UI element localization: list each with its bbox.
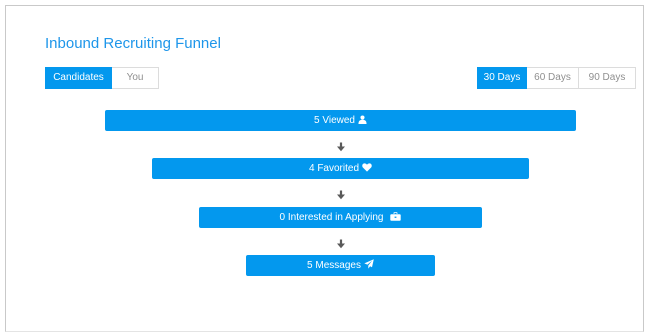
date-range-toggle: 30 Days 60 Days 90 Days: [477, 67, 636, 89]
stage-messages-label: 5 Messages: [307, 260, 361, 271]
heart-icon: [362, 163, 372, 172]
briefcase-icon: [390, 212, 402, 221]
user-icon: [358, 115, 367, 124]
candidates-toggle-button[interactable]: Candidates: [45, 67, 112, 89]
down-arrow-icon: [336, 190, 346, 200]
90-days-button[interactable]: 90 Days: [579, 67, 636, 89]
you-toggle-button[interactable]: You: [112, 67, 159, 89]
panel-title: Inbound Recruiting Funnel: [45, 35, 221, 52]
paper-plane-icon: [364, 259, 374, 269]
funnel-stage-interested[interactable]: 0 Interested in Applying: [199, 207, 482, 228]
funnel-stage-favorited[interactable]: 4 Favorited: [152, 158, 529, 179]
down-arrow-icon: [336, 239, 346, 249]
stage-favorited-label: 4 Favorited: [308, 163, 360, 174]
funnel-stage-messages[interactable]: 5 Messages: [246, 255, 435, 276]
stage-viewed-label: 5 Viewed: [314, 115, 355, 126]
funnel-stage-viewed[interactable]: 5 Viewed: [105, 110, 576, 131]
stage-interested-label: 0 Interested in Applying: [279, 212, 384, 223]
60-days-button[interactable]: 60 Days: [527, 67, 579, 89]
30-days-button[interactable]: 30 Days: [477, 67, 527, 89]
down-arrow-icon: [336, 142, 346, 152]
audience-toggle: Candidates You: [45, 67, 159, 89]
